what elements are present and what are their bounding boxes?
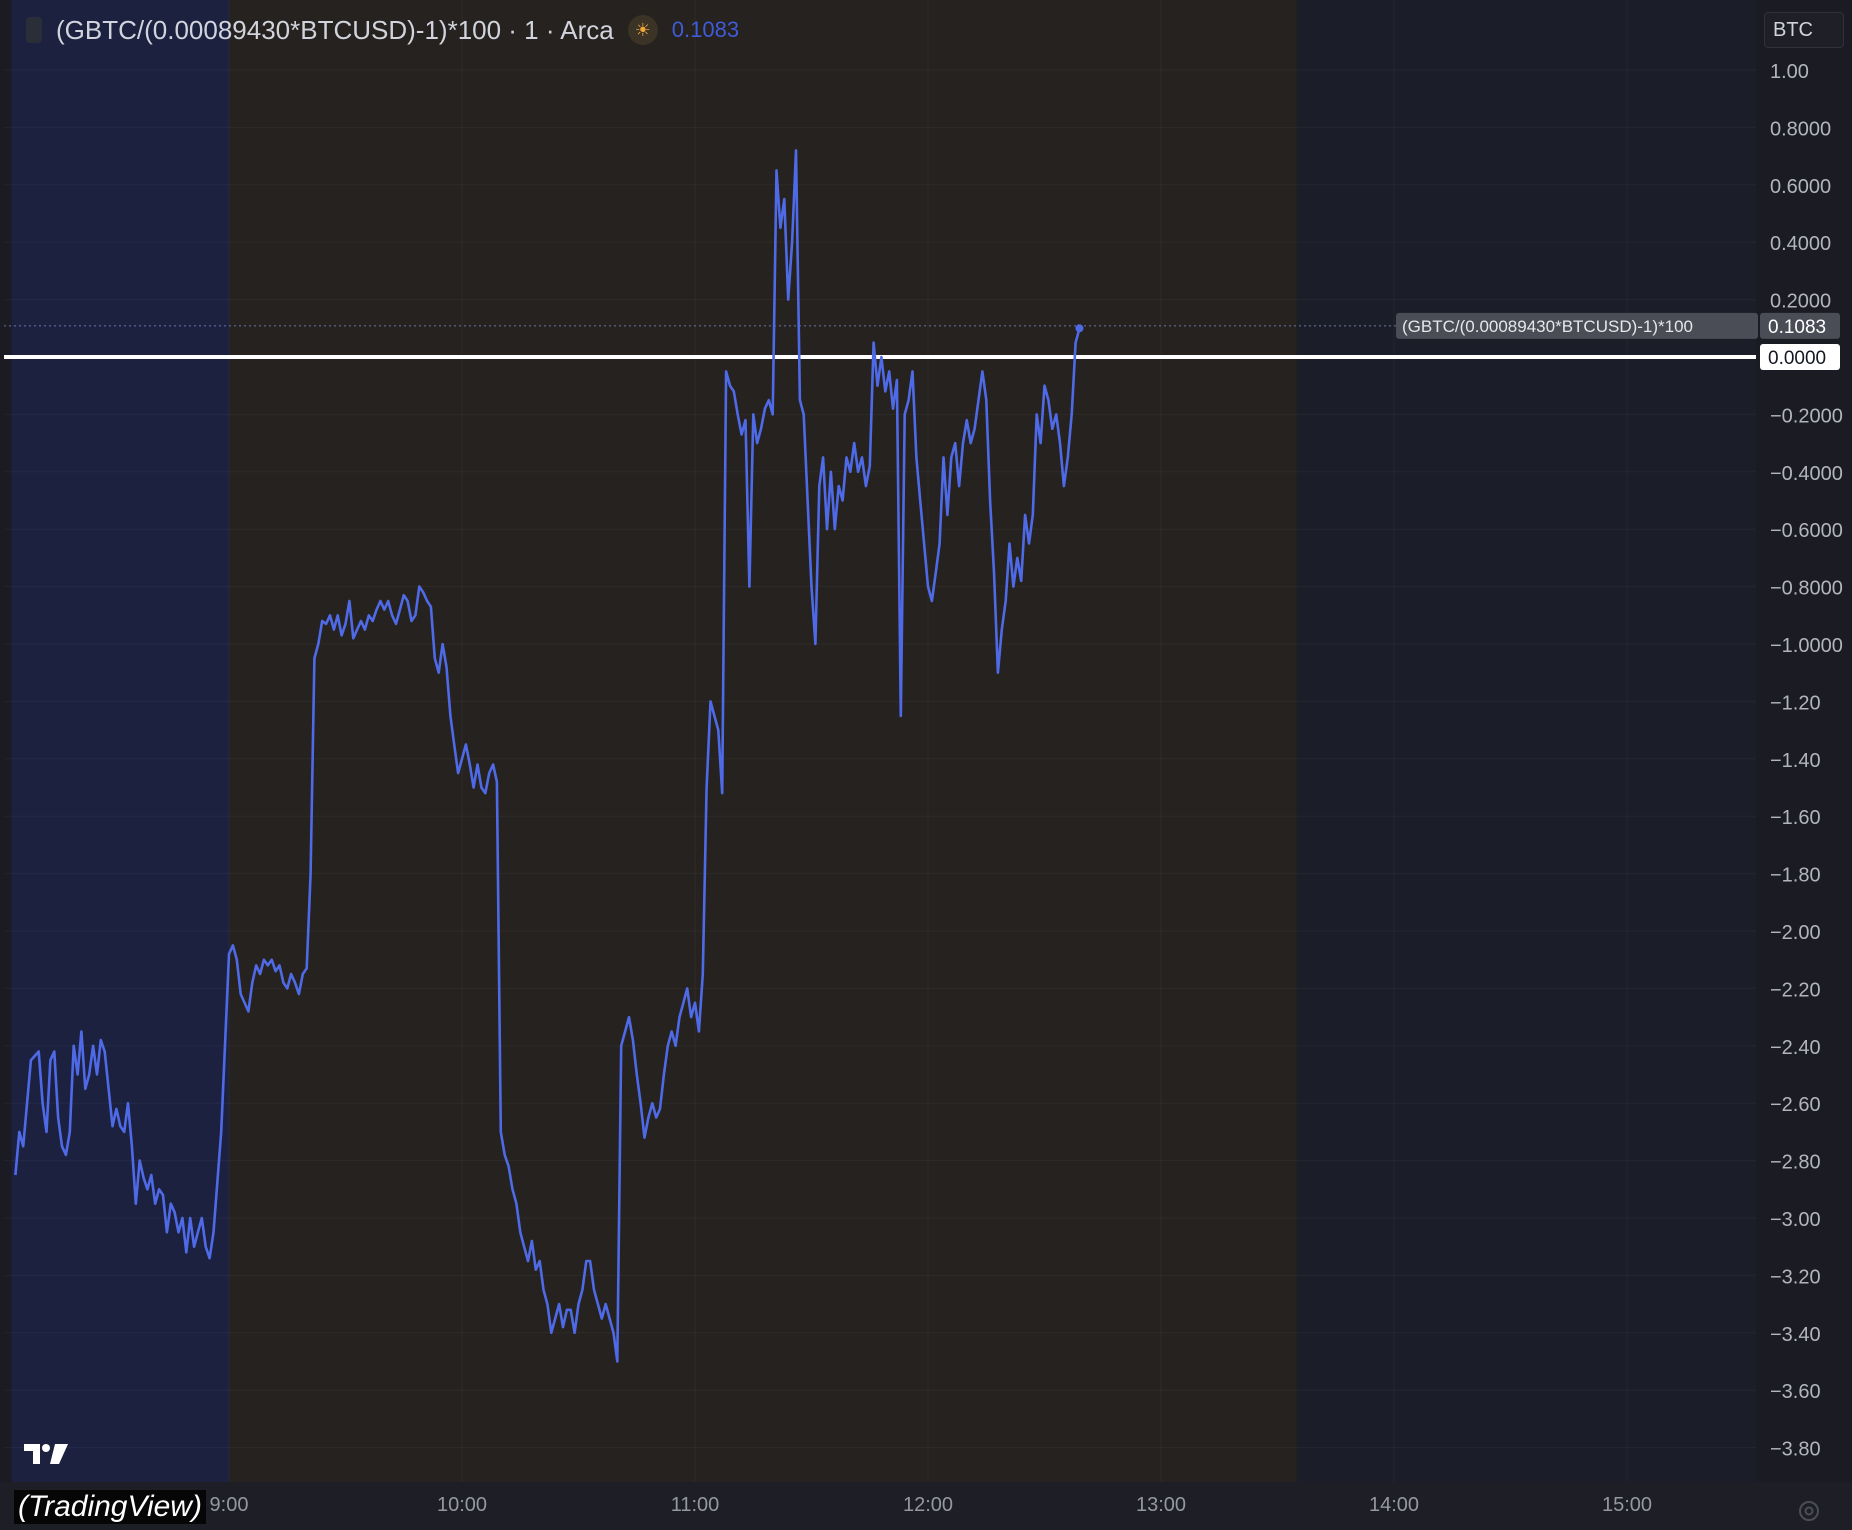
- y-tick-label: −2.60: [1770, 1094, 1821, 1116]
- sun-icon: ☀: [627, 15, 658, 45]
- y-tick-label: −2.00: [1770, 922, 1821, 944]
- y-tick-label: −3.80: [1770, 1439, 1821, 1461]
- y-tick-label: −3.20: [1770, 1266, 1821, 1288]
- x-tick-label: 12:00: [903, 1494, 953, 1516]
- x-tick-label: 14:00: [1369, 1494, 1419, 1516]
- last-point-marker: [1075, 324, 1084, 333]
- gear-icon[interactable]: [1796, 1498, 1822, 1524]
- last-value-badge: 0.1083: [1768, 317, 1826, 338]
- y-tick-label: −1.0000: [1770, 635, 1843, 657]
- x-tick-label: 10:00: [437, 1494, 487, 1516]
- y-tick-label: −0.2000: [1770, 405, 1843, 427]
- y-tick-label: −3.00: [1770, 1209, 1821, 1231]
- y-tick-label: −3.60: [1770, 1381, 1821, 1403]
- zero-value-badge: 0.0000: [1768, 348, 1826, 369]
- session-regular-band: [229, 0, 1297, 1482]
- y-tick-label: −3.40: [1770, 1324, 1821, 1346]
- y-tick-label: 1.00: [1770, 61, 1809, 83]
- y-tick-label: −1.20: [1770, 692, 1821, 714]
- y-tick-label: −0.4000: [1770, 463, 1843, 485]
- y-tick-label: −0.8000: [1770, 578, 1843, 600]
- series-legend[interactable]: (GBTC/(0.00089430*BTCUSD)-1)*100 · 1 · A…: [26, 12, 739, 48]
- y-tick-label: 0.2000: [1770, 291, 1831, 313]
- y-tick-label: 0.6000: [1770, 176, 1831, 198]
- legend-toggle-button[interactable]: [26, 17, 42, 43]
- y-tick-label: 0.4000: [1770, 233, 1831, 255]
- source-watermark: (TradingView): [14, 1490, 206, 1524]
- currency-button[interactable]: BTC: [1764, 12, 1844, 48]
- x-tick-label: 13:00: [1136, 1494, 1186, 1516]
- session-aftermarket-band: [1296, 0, 1756, 1482]
- y-tick-label: 0.8000: [1770, 118, 1831, 140]
- legend-title: (GBTC/(0.00089430*BTCUSD)-1)*100 · 1 · A…: [56, 14, 614, 45]
- tradingview-logo-icon[interactable]: [22, 1440, 70, 1468]
- x-tick-label: 15:00: [1602, 1494, 1652, 1516]
- legend-value: 0.1083: [671, 17, 740, 42]
- y-tick-label: −1.60: [1770, 807, 1821, 829]
- x-tick-label: 11:00: [671, 1494, 720, 1516]
- y-tick-label: −2.20: [1770, 979, 1821, 1001]
- price-chart[interactable]: 1.00 0.8000 0.6000 0.4000 0.2000 −0.2000 −0.40…: [0, 0, 1852, 1530]
- x-tick-label: 9:00: [210, 1494, 249, 1516]
- session-premarket-band: [11, 0, 230, 1482]
- y-tick-label: −0.6000: [1770, 520, 1843, 542]
- y-tick-label: −2.80: [1770, 1152, 1821, 1174]
- series-name-label: (GBTC/(0.00089430*BTCUSD)-1)*100: [1402, 317, 1693, 336]
- y-tick-label: −1.40: [1770, 750, 1821, 772]
- price-axis[interactable]: [1756, 0, 1852, 1482]
- y-tick-label: −2.40: [1770, 1037, 1821, 1059]
- y-tick-label: −1.80: [1770, 865, 1821, 887]
